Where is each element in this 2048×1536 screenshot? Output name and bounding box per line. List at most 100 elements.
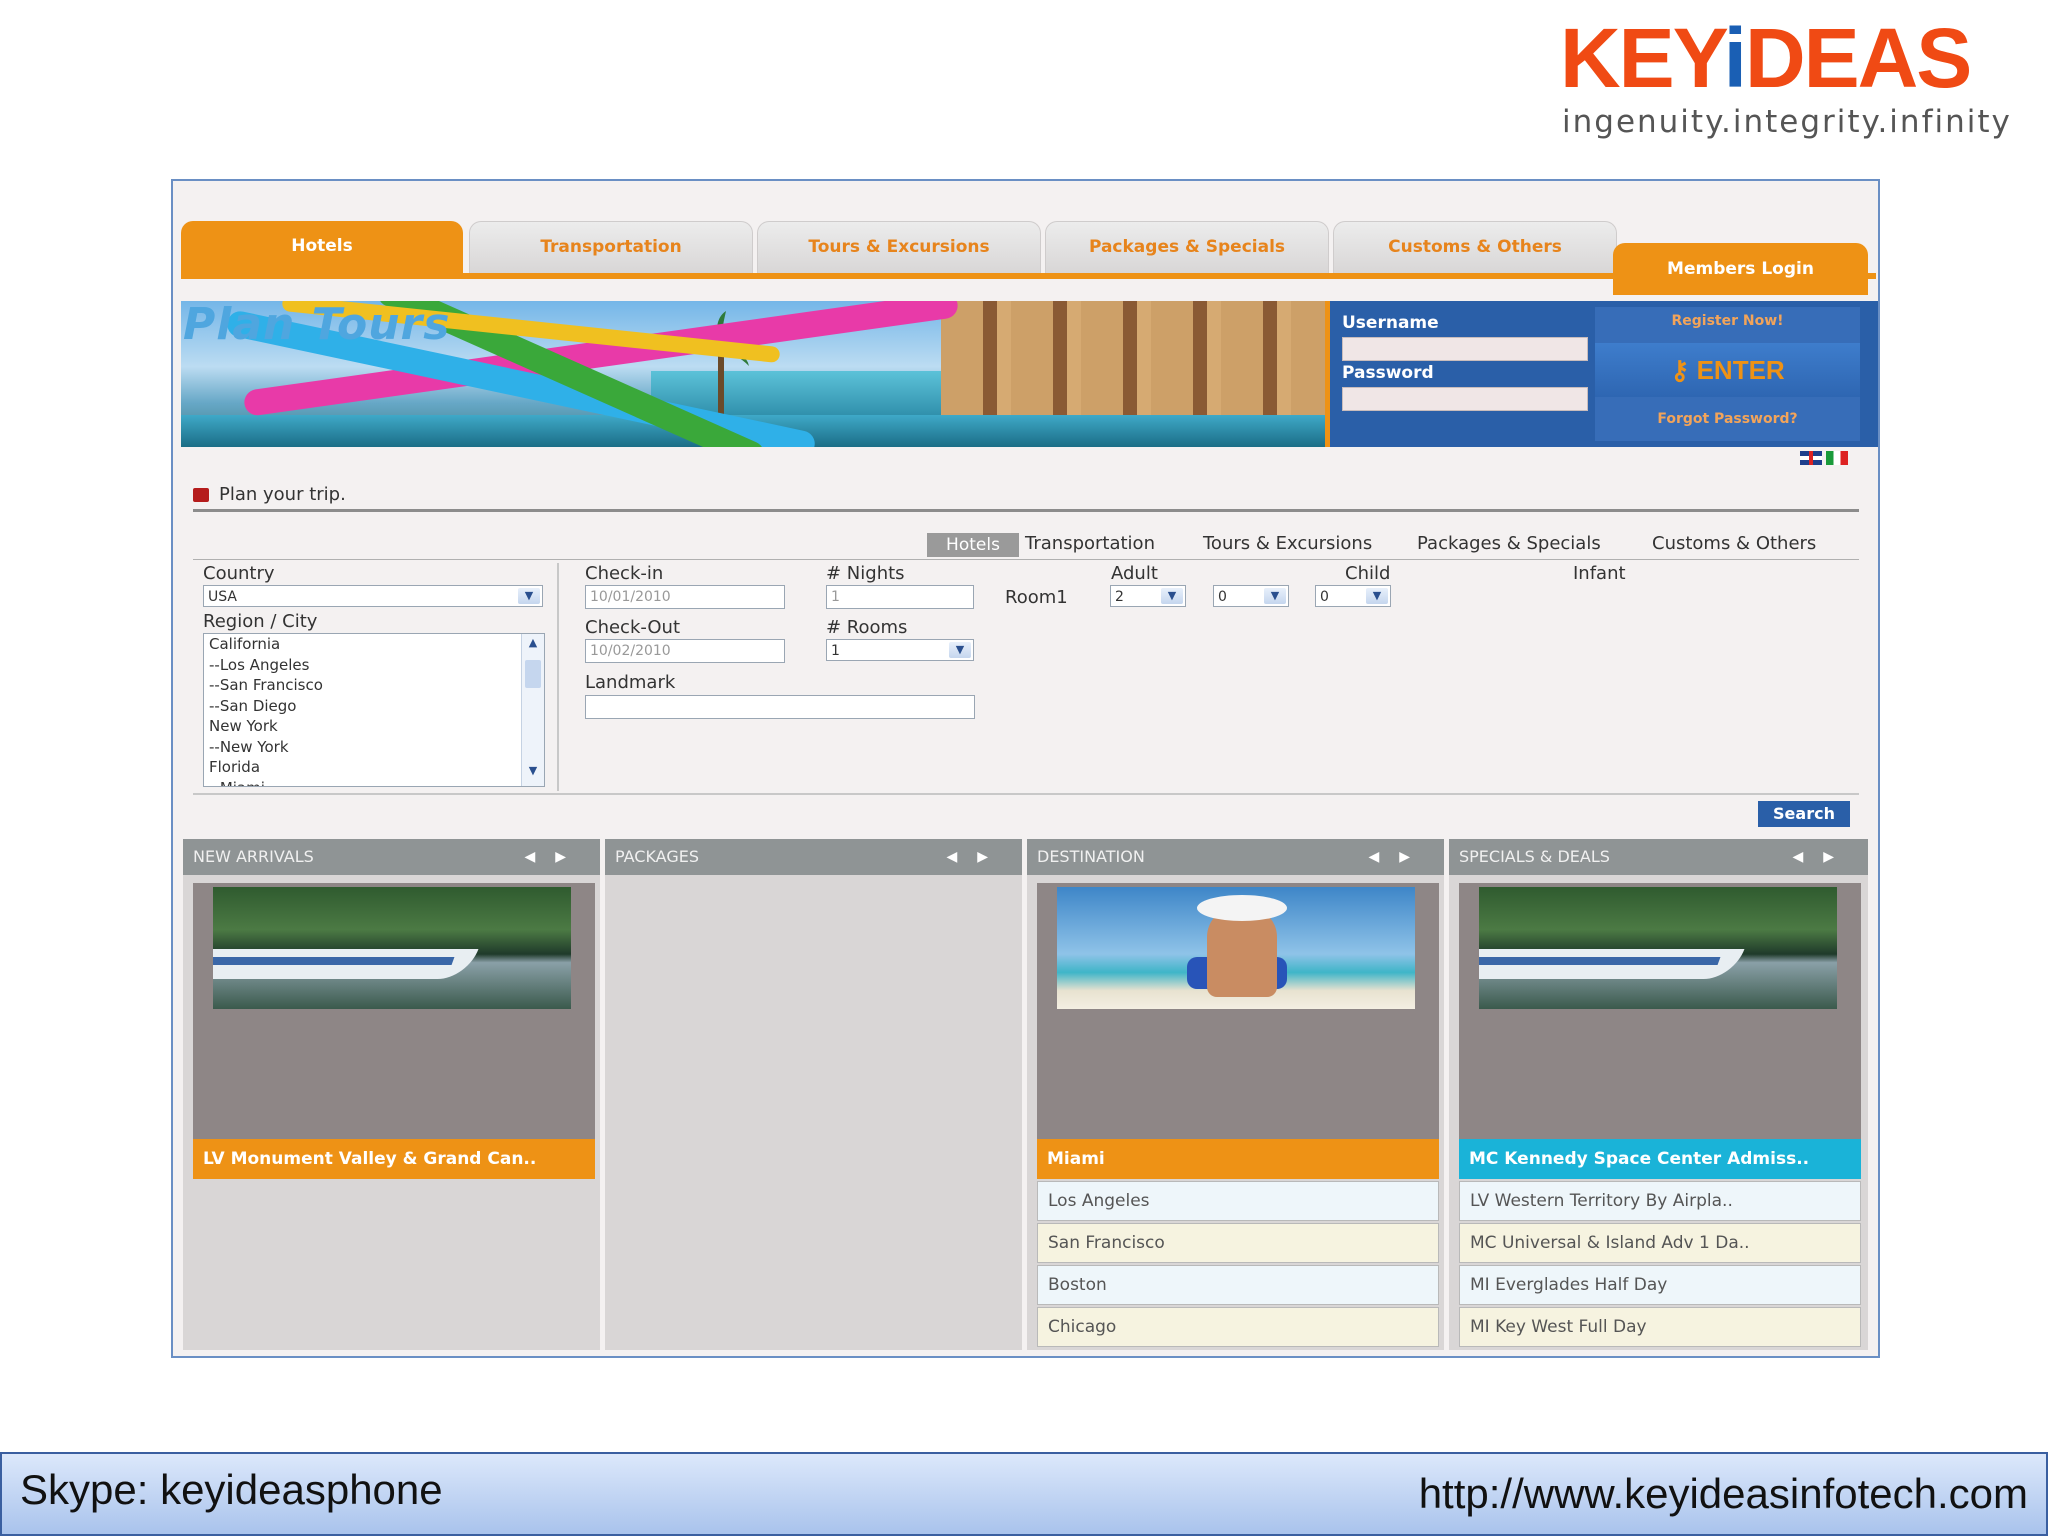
region-scrollbar[interactable]: ▲ ▼ bbox=[521, 634, 544, 786]
region-item[interactable]: Florida bbox=[204, 757, 544, 778]
members-login-tab[interactable]: Members Login bbox=[1613, 243, 1868, 295]
chevron-up-icon[interactable]: ▲ bbox=[525, 636, 541, 654]
banner-image: Plan Tours bbox=[181, 301, 1325, 447]
checkout-label: Check-Out bbox=[585, 617, 681, 638]
specials-item[interactable]: MI Everglades Half Day bbox=[1459, 1265, 1861, 1305]
child-value-2: 0 bbox=[1320, 589, 1329, 605]
subtab-tours-excursions[interactable]: Tours & Excursions bbox=[1203, 533, 1372, 554]
banner-title: Plan Tours bbox=[183, 301, 451, 350]
destination-panel: Miami Los Angeles San Francisco Boston C… bbox=[1027, 875, 1444, 1350]
destination-item[interactable]: San Francisco bbox=[1037, 1223, 1439, 1263]
region-item[interactable]: California bbox=[204, 634, 544, 655]
username-label: Username bbox=[1342, 313, 1439, 333]
footer-skype: Skype: keyideasphone bbox=[20, 1466, 443, 1513]
specials-panel: MC Kennedy Space Center Admiss.. LV West… bbox=[1449, 875, 1868, 1350]
chevron-down-icon: ▼ bbox=[949, 642, 971, 658]
tab-tours-excursions[interactable]: Tours & Excursions bbox=[757, 221, 1041, 274]
adult-label: Adult bbox=[1111, 563, 1158, 584]
brand-tagline: ingenuity.integrity.infinity bbox=[1562, 104, 2012, 140]
enter-button[interactable]: ⚷ ENTER bbox=[1595, 343, 1860, 397]
specials-item[interactable]: MC Universal & Island Adv 1 Da.. bbox=[1459, 1223, 1861, 1263]
checkin-input[interactable]: 10/01/2010 bbox=[585, 585, 785, 609]
form-separator bbox=[557, 563, 559, 791]
forgot-password-link[interactable]: Forgot Password? bbox=[1595, 411, 1860, 427]
password-input[interactable] bbox=[1342, 387, 1588, 411]
region-item[interactable]: --New York bbox=[204, 737, 544, 758]
destination-caption[interactable]: Miami bbox=[1037, 1139, 1439, 1179]
packages-title: PACKAGES bbox=[615, 847, 699, 866]
region-item[interactable]: New York bbox=[204, 716, 544, 737]
destination-card[interactable] bbox=[1037, 883, 1439, 1145]
destination-item[interactable]: Chicago bbox=[1037, 1307, 1439, 1347]
region-item[interactable]: --Miami bbox=[204, 778, 544, 787]
destination-item[interactable]: Los Angeles bbox=[1037, 1181, 1439, 1221]
carousel-arrows-icon[interactable]: ◀▶ bbox=[1368, 839, 1430, 875]
packages-header: PACKAGES ◀▶ bbox=[605, 839, 1022, 875]
nights-label: # Nights bbox=[826, 563, 905, 584]
checkout-input[interactable]: 10/02/2010 bbox=[585, 639, 785, 663]
landmark-input[interactable] bbox=[585, 695, 975, 719]
chevron-down-icon: ▼ bbox=[518, 588, 540, 604]
subtab-transportation[interactable]: Transportation bbox=[1025, 533, 1155, 554]
specials-card[interactable] bbox=[1459, 883, 1861, 1145]
boat-photo bbox=[213, 887, 571, 1009]
new-arrivals-caption[interactable]: LV Monument Valley & Grand Can.. bbox=[193, 1139, 595, 1179]
specials-header: SPECIALS & DEALS ◀▶ bbox=[1449, 839, 1868, 875]
adult-select[interactable]: 2 ▼ bbox=[1110, 585, 1186, 607]
carousel-arrows-icon[interactable]: ◀▶ bbox=[524, 839, 586, 875]
region-item[interactable]: --Los Angeles bbox=[204, 655, 544, 676]
chevron-down-icon[interactable]: ▼ bbox=[525, 764, 541, 782]
chevron-down-icon: ▼ bbox=[1161, 588, 1183, 604]
specials-item[interactable]: LV Western Territory By Airpla.. bbox=[1459, 1181, 1861, 1221]
beach-photo bbox=[1057, 887, 1415, 1009]
subtab-divider bbox=[193, 559, 1859, 560]
specials-caption[interactable]: MC Kennedy Space Center Admiss.. bbox=[1459, 1139, 1861, 1179]
room1-label: Room1 bbox=[1005, 587, 1068, 608]
destination-header: DESTINATION ◀▶ bbox=[1027, 839, 1444, 875]
italy-flag-icon[interactable] bbox=[1826, 451, 1848, 465]
plan-trip-title: Plan your trip. bbox=[219, 484, 346, 505]
scrollbar-thumb[interactable] bbox=[525, 660, 541, 688]
region-item[interactable]: --San Diego bbox=[204, 696, 544, 717]
rooms-label: # Rooms bbox=[826, 617, 908, 638]
child-select-1[interactable]: 0 ▼ bbox=[1213, 585, 1289, 607]
carousel-arrows-icon[interactable]: ◀▶ bbox=[1792, 839, 1854, 875]
key-icon: ⚷ bbox=[1670, 355, 1690, 385]
child-select-2[interactable]: 0 ▼ bbox=[1315, 585, 1391, 607]
infant-label: Infant bbox=[1573, 563, 1626, 584]
search-button[interactable]: Search bbox=[1758, 801, 1850, 827]
subtab-hotels[interactable]: Hotels bbox=[927, 533, 1019, 557]
carousel-arrows-icon[interactable]: ◀▶ bbox=[946, 839, 1008, 875]
login-panel: Username Password Register Now! ⚷ ENTER … bbox=[1325, 301, 1878, 447]
region-item[interactable]: --San Francisco bbox=[204, 675, 544, 696]
form-bottom-divider bbox=[193, 793, 1859, 795]
collapse-icon[interactable] bbox=[193, 488, 209, 502]
tab-packages-specials[interactable]: Packages & Specials bbox=[1045, 221, 1329, 274]
password-label: Password bbox=[1342, 363, 1434, 383]
region-listbox[interactable]: California --Los Angeles --San Francisco… bbox=[203, 633, 545, 787]
footer-url[interactable]: http://www.keyideasinfotech.com bbox=[1419, 1470, 2028, 1518]
landmark-label: Landmark bbox=[585, 672, 676, 693]
country-label: Country bbox=[203, 563, 275, 584]
tab-hotels[interactable]: Hotels bbox=[181, 221, 463, 273]
subtab-customs-others[interactable]: Customs & Others bbox=[1652, 533, 1816, 554]
subtab-packages-specials[interactable]: Packages & Specials bbox=[1417, 533, 1601, 554]
tab-transportation[interactable]: Transportation bbox=[469, 221, 753, 274]
rooms-select[interactable]: 1 ▼ bbox=[826, 639, 974, 661]
username-input[interactable] bbox=[1342, 337, 1588, 361]
destination-item[interactable]: Boston bbox=[1037, 1265, 1439, 1305]
new-arrivals-panel: LV Monument Valley & Grand Can.. bbox=[183, 875, 600, 1350]
child-label: Child bbox=[1345, 563, 1391, 584]
boat-photo bbox=[1479, 887, 1837, 1009]
child-value-1: 0 bbox=[1218, 589, 1227, 605]
uk-flag-icon[interactable] bbox=[1800, 451, 1822, 465]
plan-divider bbox=[193, 509, 1859, 512]
checkin-label: Check-in bbox=[585, 563, 664, 584]
tab-customs-others[interactable]: Customs & Others bbox=[1333, 221, 1617, 274]
new-arrivals-card[interactable] bbox=[193, 883, 595, 1145]
register-now-link[interactable]: Register Now! bbox=[1595, 313, 1860, 329]
enter-label: ENTER bbox=[1696, 355, 1785, 385]
country-select[interactable]: USA ▼ bbox=[203, 585, 543, 607]
nights-input[interactable]: 1 bbox=[826, 585, 974, 609]
specials-item[interactable]: MI Key West Full Day bbox=[1459, 1307, 1861, 1347]
